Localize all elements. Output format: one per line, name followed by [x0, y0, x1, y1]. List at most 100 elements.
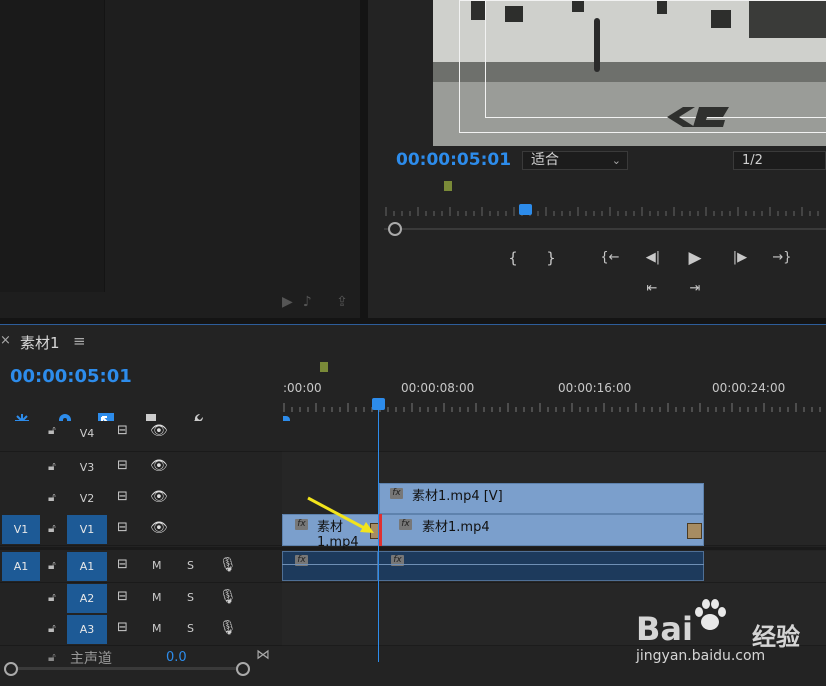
- program-timecode[interactable]: 00:00:05:01: [396, 150, 511, 170]
- lock-icon[interactable]: 🔓︎: [48, 621, 56, 636]
- sync-lock-icon[interactable]: ⊟: [117, 589, 128, 604]
- watermark-brand-cn: 经验: [752, 623, 800, 651]
- lock-icon[interactable]: 🔓︎: [48, 558, 56, 573]
- mute-button[interactable]: M: [152, 591, 162, 604]
- sync-lock-icon[interactable]: ⊟: [117, 458, 128, 473]
- solo-button[interactable]: S: [187, 591, 194, 604]
- go-to-out-button[interactable]: →}: [769, 250, 795, 265]
- track-header-a2: 🔓︎ A2 ⊟ M S 🎙︎: [0, 583, 282, 615]
- audio-clip-a1-a[interactable]: fx: [282, 551, 378, 581]
- eye-icon[interactable]: 👁︎: [150, 458, 168, 474]
- sequence-tab[interactable]: 素材1: [20, 332, 60, 353]
- fit-zoom-select[interactable]: 适合 ⌄: [522, 151, 628, 170]
- audio-volume-line[interactable]: [282, 564, 704, 565]
- video-audio-divider[interactable]: [0, 547, 826, 550]
- go-to-in-button[interactable]: {←: [597, 250, 623, 265]
- transition-marker[interactable]: [687, 523, 702, 539]
- playback-resolution-select[interactable]: 1/2: [733, 151, 826, 170]
- eye-icon[interactable]: 👁︎: [150, 423, 168, 439]
- program-ruler[interactable]: [384, 206, 826, 218]
- timeline-focus-line: [0, 324, 826, 325]
- close-icon[interactable]: ×: [0, 333, 11, 348]
- track-name-a1[interactable]: A1: [67, 552, 107, 581]
- chevron-down-icon: ⌄: [611, 154, 621, 167]
- safe-margin-inner: [485, 0, 826, 118]
- sync-lock-icon[interactable]: ⊟: [117, 489, 128, 504]
- extract-button[interactable]: ⇥: [683, 281, 707, 296]
- track-header-v2: 🔓︎ V2 ⊟ 👁︎: [0, 483, 282, 515]
- ruler-label: 00:00:08:00: [401, 381, 475, 395]
- track-name-v2[interactable]: V2: [67, 484, 107, 513]
- ruler-label: 00:00:24:00: [712, 381, 786, 395]
- microphone-icon[interactable]: 🎙︎: [219, 557, 237, 573]
- sync-lock-icon[interactable]: ⊟: [117, 423, 128, 438]
- source-patch-v1[interactable]: V1: [2, 515, 40, 544]
- microphone-icon[interactable]: 🎙︎: [219, 620, 237, 636]
- track-name-v3[interactable]: V3: [67, 453, 107, 482]
- go-to-end-icon[interactable]: ⋈: [256, 647, 270, 663]
- lock-icon[interactable]: 🔓︎: [48, 650, 56, 665]
- paw-logo-icon: [695, 599, 726, 630]
- timeline-marker[interactable]: [320, 362, 328, 372]
- program-marker[interactable]: [444, 181, 452, 191]
- clip-label: 素材1.mp4 [V]: [412, 489, 503, 504]
- fx-badge[interactable]: fx: [399, 519, 412, 530]
- track-lane-a2[interactable]: [282, 583, 826, 615]
- track-name-a2[interactable]: A2: [67, 584, 107, 613]
- timeline-zoom-scrollbar[interactable]: [5, 667, 245, 670]
- track-header-a3: 🔓︎ A3 ⊟ M S 🎙︎: [0, 614, 282, 646]
- track-name-v1[interactable]: V1: [67, 515, 107, 544]
- track-lane-v4[interactable]: [282, 421, 826, 452]
- scroll-handle-right[interactable]: [236, 662, 250, 676]
- annotation-arrow-icon: [307, 496, 374, 533]
- track-name-v4[interactable]: V4: [67, 419, 107, 448]
- solo-button[interactable]: S: [187, 559, 194, 572]
- clip-v1-b[interactable]: fx 素材1.mp4: [380, 514, 704, 546]
- lock-icon[interactable]: 🔓︎: [48, 590, 56, 605]
- source-footer-icons[interactable]: ▶♪ ⇪: [282, 294, 358, 310]
- mark-out-button[interactable]: }: [540, 249, 562, 267]
- track-lane-v3[interactable]: [282, 452, 826, 484]
- lock-icon[interactable]: 🔓︎: [48, 521, 56, 536]
- mute-button[interactable]: M: [152, 559, 162, 572]
- timeline-timecode[interactable]: 00:00:05:01: [10, 366, 132, 387]
- audio-clip-a1-b[interactable]: fx: [378, 551, 704, 581]
- panel-menu-icon[interactable]: ≡: [73, 332, 86, 350]
- lock-icon[interactable]: 🔓︎: [48, 423, 56, 438]
- solo-button[interactable]: S: [187, 622, 194, 635]
- lock-icon[interactable]: 🔓︎: [48, 459, 56, 474]
- clip-v2[interactable]: fx 素材1.mp4 [V]: [379, 483, 704, 514]
- step-back-button[interactable]: ◀|: [641, 250, 665, 265]
- scroll-handle-left[interactable]: [4, 662, 18, 676]
- timeline-ruler[interactable]: [282, 402, 826, 412]
- source-patch-a1[interactable]: A1: [2, 552, 40, 581]
- mark-in-button[interactable]: {: [502, 249, 524, 267]
- eye-icon[interactable]: 👁︎: [150, 520, 168, 536]
- step-forward-button[interactable]: |▶: [728, 250, 752, 265]
- sync-lock-icon[interactable]: ⊟: [117, 620, 128, 635]
- sync-lock-icon[interactable]: ⊟: [117, 520, 128, 535]
- program-scroll-handle[interactable]: [388, 222, 402, 236]
- mute-button[interactable]: M: [152, 622, 162, 635]
- play-button[interactable]: ▶: [684, 248, 706, 268]
- ruler-label: :00:00: [283, 381, 322, 395]
- program-zoom-scrollbar[interactable]: [384, 228, 826, 230]
- track-lane-a3[interactable]: [282, 614, 826, 646]
- panel-divider[interactable]: [360, 0, 368, 318]
- lift-button[interactable]: ⇤: [640, 281, 664, 296]
- microphone-icon[interactable]: 🎙︎: [219, 589, 237, 605]
- track-name-a3[interactable]: A3: [67, 615, 107, 644]
- sync-lock-icon[interactable]: ⊟: [117, 557, 128, 572]
- master-volume-value[interactable]: 0.0: [166, 650, 187, 665]
- fx-badge[interactable]: fx: [390, 488, 403, 499]
- watermark-brand: Bai: [636, 610, 693, 648]
- program-playhead[interactable]: [519, 204, 532, 215]
- lock-icon[interactable]: 🔓︎: [48, 490, 56, 505]
- source-monitor-panel: ▶♪ ⇪: [0, 0, 360, 318]
- track-header-v3: 🔓︎ V3 ⊟ 👁︎: [0, 452, 282, 484]
- fit-select-label: 适合: [531, 152, 559, 168]
- clip-label: 素材1.mp4: [422, 520, 490, 535]
- timeline-playhead[interactable]: [372, 398, 385, 410]
- eye-icon[interactable]: 👁︎: [150, 489, 168, 505]
- track-header-v1: V1 🔓︎ V1 ⊟ 👁︎: [0, 514, 282, 546]
